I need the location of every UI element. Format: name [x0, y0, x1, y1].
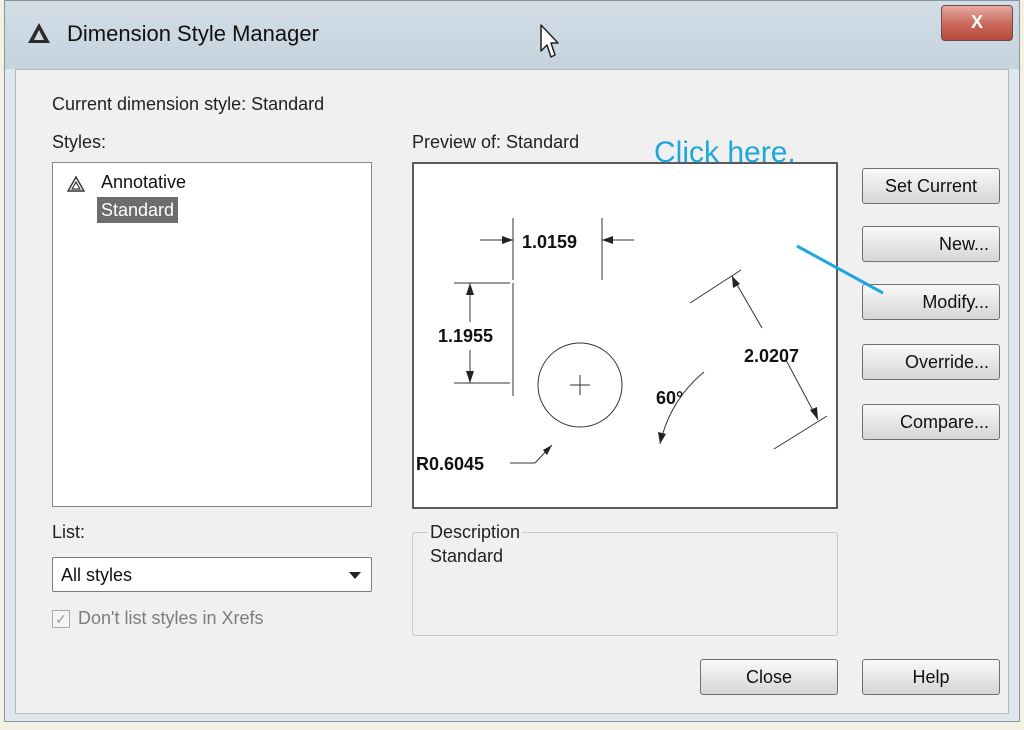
modify-button[interactable]: Modify...	[862, 284, 1000, 320]
annotative-icon	[67, 176, 85, 192]
xref-checkbox[interactable]: ✓	[52, 610, 70, 628]
window-title: Dimension Style Manager	[67, 21, 319, 46]
vertical-dimension-text: 1.1955	[438, 326, 493, 346]
compare-button[interactable]: Compare...	[862, 404, 1000, 440]
help-button[interactable]: Help	[862, 659, 1000, 695]
current-style-label: Current dimension style: Standard	[52, 94, 325, 114]
dimension-style-manager-dialog: Dimension Style Manager X Current dimens…	[4, 0, 1020, 722]
xref-checkbox-label: Don't list styles in Xrefs	[78, 608, 264, 628]
dropdown-arrow-icon[interactable]	[349, 572, 361, 579]
radius-dimension-text: R0.6045	[416, 454, 484, 474]
horizontal-dimension-text: 1.0159	[522, 232, 577, 252]
override-button[interactable]: Override...	[862, 344, 1000, 380]
close-button[interactable]: Close	[700, 659, 838, 695]
dialog-client-area: Current dimension style: Standard Styles…	[15, 69, 1009, 714]
click-here-annotation: Click here.	[654, 136, 796, 169]
style-item-standard[interactable]: Standard	[97, 197, 179, 223]
list-label: List:	[52, 522, 86, 542]
preview-drawing: 1.0159 1.1955 2.0207 60° R0.6045	[416, 218, 828, 474]
styles-list[interactable]: Annotative Standard	[52, 162, 372, 507]
preview-label: Preview of: Standard	[412, 132, 580, 152]
dimension-preview: 1.0159 1.1955 2.0207 60° R0.6045	[412, 162, 838, 509]
aligned-dimension-text: 2.0207	[744, 346, 799, 366]
style-item-annotative[interactable]: Annotative	[101, 169, 186, 195]
window-close-button[interactable]: X	[941, 5, 1013, 41]
new-button[interactable]: New...	[862, 226, 1000, 262]
angle-dimension-text: 60°	[656, 388, 683, 408]
description-text: Standard	[430, 546, 504, 566]
description-legend: Description	[428, 522, 523, 543]
set-current-button[interactable]: Set Current	[862, 168, 1000, 204]
title-bar[interactable]: Dimension Style Manager X	[5, 1, 1019, 69]
autocad-app-icon	[28, 23, 50, 43]
mouse-cursor-icon	[540, 24, 559, 58]
styles-label: Styles:	[52, 132, 107, 152]
list-filter-value: All styles	[61, 565, 133, 585]
list-filter-select[interactable]: All styles	[52, 557, 372, 592]
